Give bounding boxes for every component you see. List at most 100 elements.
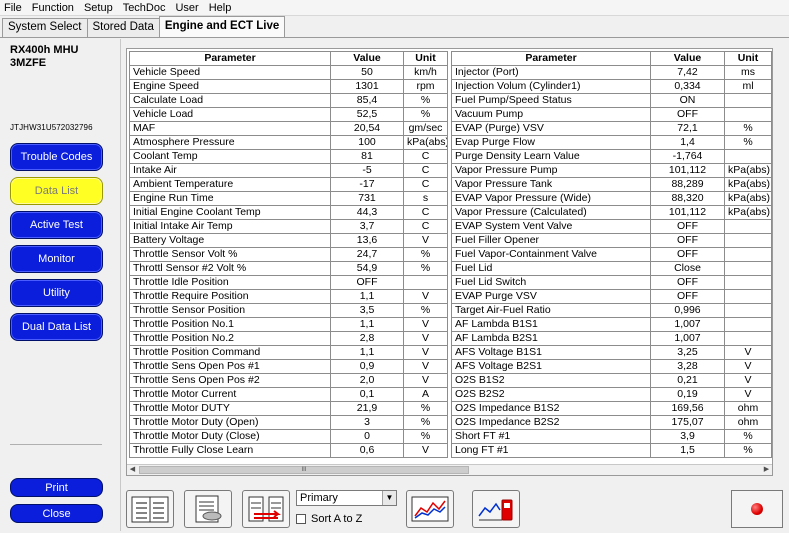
print-button[interactable]: Print <box>10 478 103 497</box>
column-header-parameter[interactable]: Parameter <box>129 51 331 66</box>
active-test-button[interactable]: Active Test <box>10 211 103 239</box>
sort-option[interactable]: Sort A to Z <box>296 513 362 525</box>
unit-cell: kPa(abs) <box>724 205 772 220</box>
column-header-value[interactable]: Value <box>330 51 404 66</box>
table-row[interactable]: Intake Air -5 C <box>129 163 448 178</box>
table-row[interactable]: Throttl Sensor #2 Volt % 54,9% <box>129 261 448 276</box>
swap-columns-button[interactable] <box>242 490 290 528</box>
table-row[interactable]: Calculate Load 85,4% <box>129 93 448 108</box>
column-header-unit[interactable]: Unit <box>403 51 448 66</box>
menu-techdoc[interactable]: TechDoc <box>123 2 166 14</box>
chevron-down-icon[interactable]: ▼ <box>382 491 396 505</box>
table-row[interactable]: Engine Speed 1301 rpm <box>129 79 448 94</box>
table-row[interactable]: Battery Voltage 13,6 V <box>129 233 448 248</box>
graph-button[interactable] <box>406 490 454 528</box>
column-header-parameter[interactable]: Parameter <box>451 51 651 66</box>
table-row[interactable]: Throttle Motor Duty (Open) 3% <box>129 415 448 430</box>
table-row[interactable]: Throttle Sensor Volt % 24,7% <box>129 247 448 262</box>
table-row[interactable]: Evap Purge Flow 1,4% <box>451 135 772 150</box>
table-row[interactable]: Throttle Sensor Position 3,5% <box>129 303 448 318</box>
unit-cell <box>403 275 448 290</box>
table-row[interactable]: AFS Voltage B1S1 3,25 V <box>451 345 772 360</box>
close-button[interactable]: Close <box>10 504 103 523</box>
fuel-graph-button[interactable] <box>472 490 520 528</box>
menu-file[interactable]: File <box>4 2 22 14</box>
table-row[interactable]: Short FT #1 3,9% <box>451 429 772 444</box>
sort-checkbox[interactable] <box>296 514 306 524</box>
table-row[interactable]: Throttle Fully Close Learn 0,6 V <box>129 443 448 458</box>
snapshot-button[interactable] <box>184 490 232 528</box>
menu-help[interactable]: Help <box>209 2 232 14</box>
table-row[interactable]: EVAP Purge VSV OFF <box>451 289 772 304</box>
data-select-dropdown[interactable]: Primary ▼ <box>296 490 397 506</box>
table-row[interactable]: Injector (Port) 7,42 ms <box>451 65 772 80</box>
table-row[interactable]: O2S Impedance B2S2 175,07 ohm <box>451 415 772 430</box>
table-row[interactable]: Throttle Position No.2 2,8 V <box>129 331 448 346</box>
scroll-right-icon[interactable]: ▶ <box>761 465 772 475</box>
table-row[interactable]: AF Lambda B1S1 1,007 <box>451 317 772 332</box>
table-row[interactable]: Vehicle Load 52,5% <box>129 107 448 122</box>
table-row[interactable]: Throttle Position Command 1,1 V <box>129 345 448 360</box>
table-row[interactable]: Throttle Motor Current 0,1 A <box>129 387 448 402</box>
table-row[interactable]: Throttle Position No.1 1,1 V <box>129 317 448 332</box>
table-row[interactable]: Vehicle Speed 50 km/h <box>129 65 448 80</box>
table-row[interactable]: Engine Run Time 731 s <box>129 191 448 206</box>
table-row[interactable]: Long FT #1 1,5% <box>451 443 772 458</box>
menu-function[interactable]: Function <box>32 2 74 14</box>
table-row[interactable]: Ambient Temperature -17 C <box>129 177 448 192</box>
value-cell: 88,320 <box>650 191 725 206</box>
table-row[interactable]: Fuel Pump/Speed Status ON <box>451 93 772 108</box>
table-row[interactable]: Coolant Temp 81 C <box>129 149 448 164</box>
record-button[interactable] <box>731 490 783 528</box>
table-row[interactable]: Throttle Motor DUTY 21,9% <box>129 401 448 416</box>
table-row[interactable]: Throttle Sens Open Pos #2 2,0 V <box>129 373 448 388</box>
table-row[interactable]: EVAP Vapor Pressure (Wide) 88,320 kPa(abs) <box>451 191 772 206</box>
table-row[interactable]: O2S B1S2 0,21 V <box>451 373 772 388</box>
table-row[interactable]: Fuel Filler Opener OFF <box>451 233 772 248</box>
table-row[interactable]: Fuel Lid Close <box>451 261 772 276</box>
table-row[interactable]: Throttle Sens Open Pos #1 0,9 V <box>129 359 448 374</box>
menu-user[interactable]: User <box>175 2 198 14</box>
utility-button[interactable]: Utility <box>10 279 103 307</box>
table-row[interactable]: O2S Impedance B1S2 169,56 ohm <box>451 401 772 416</box>
table-row[interactable]: Target Air-Fuel Ratio 0,996 <box>451 303 772 318</box>
table-row[interactable]: Throttle Idle Position OFF <box>129 275 448 290</box>
table-row[interactable]: Vapor Pressure (Calculated) 101,112 kPa(ab… <box>451 205 772 220</box>
tab-engine-ect-live[interactable]: Engine and ECT Live <box>158 16 286 37</box>
table-row[interactable]: Vacuum Pump OFF <box>451 107 772 122</box>
value-cell: 0,19 <box>650 387 725 402</box>
parameter-cell: Ambient Temperature <box>129 177 331 192</box>
scroll-left-icon[interactable]: ◀ <box>127 465 138 475</box>
horizontal-scrollbar[interactable]: ◀ III ▶ <box>127 464 772 475</box>
list-view-button[interactable] <box>126 490 174 528</box>
tab-stored-data[interactable]: Stored Data <box>86 18 160 37</box>
table-row[interactable]: AFS Voltage B2S1 3,28 V <box>451 359 772 374</box>
table-row[interactable]: Vapor Pressure Tank 88,289 kPa(abs) <box>451 177 772 192</box>
menu-setup[interactable]: Setup <box>84 2 113 14</box>
parameter-cell: Vapor Pressure Tank <box>451 177 651 192</box>
table-row[interactable]: AF Lambda B2S1 1,007 <box>451 331 772 346</box>
table-row[interactable]: Injection Volum (Cylinder1) 0,334 ml <box>451 79 772 94</box>
table-row[interactable]: Initial Intake Air Temp 3,7 C <box>129 219 448 234</box>
table-row[interactable]: Throttle Motor Duty (Close) 0% <box>129 429 448 444</box>
scrollbar-thumb[interactable]: III <box>139 466 469 474</box>
table-row[interactable]: Initial Engine Coolant Temp 44,3 C <box>129 205 448 220</box>
tab-system-select[interactable]: System Select <box>2 18 88 37</box>
table-row[interactable]: Purge Density Learn Value -1,764 <box>451 149 772 164</box>
unit-cell: V <box>403 331 448 346</box>
table-row[interactable]: Throttle Require Position 1,1 V <box>129 289 448 304</box>
table-row[interactable]: O2S B2S2 0,19 V <box>451 387 772 402</box>
table-row[interactable]: Atmosphere Pressure 100 kPa(abs) <box>129 135 448 150</box>
column-header-value[interactable]: Value <box>650 51 725 66</box>
table-row[interactable]: MAF 20,54 gm/sec <box>129 121 448 136</box>
table-row[interactable]: Fuel Lid Switch OFF <box>451 275 772 290</box>
monitor-button[interactable]: Monitor <box>10 245 103 273</box>
dual-data-list-button[interactable]: Dual Data List <box>10 313 103 341</box>
column-header-unit[interactable]: Unit <box>724 51 772 66</box>
table-row[interactable]: EVAP (Purge) VSV 72,1% <box>451 121 772 136</box>
table-row[interactable]: EVAP System Vent Valve OFF <box>451 219 772 234</box>
table-row[interactable]: Vapor Pressure Pump 101,112 kPa(abs) <box>451 163 772 178</box>
trouble-codes-button[interactable]: Trouble Codes <box>10 143 103 171</box>
data-list-button[interactable]: Data List <box>10 177 103 205</box>
table-row[interactable]: Fuel Vapor-Containment Valve OFF <box>451 247 772 262</box>
